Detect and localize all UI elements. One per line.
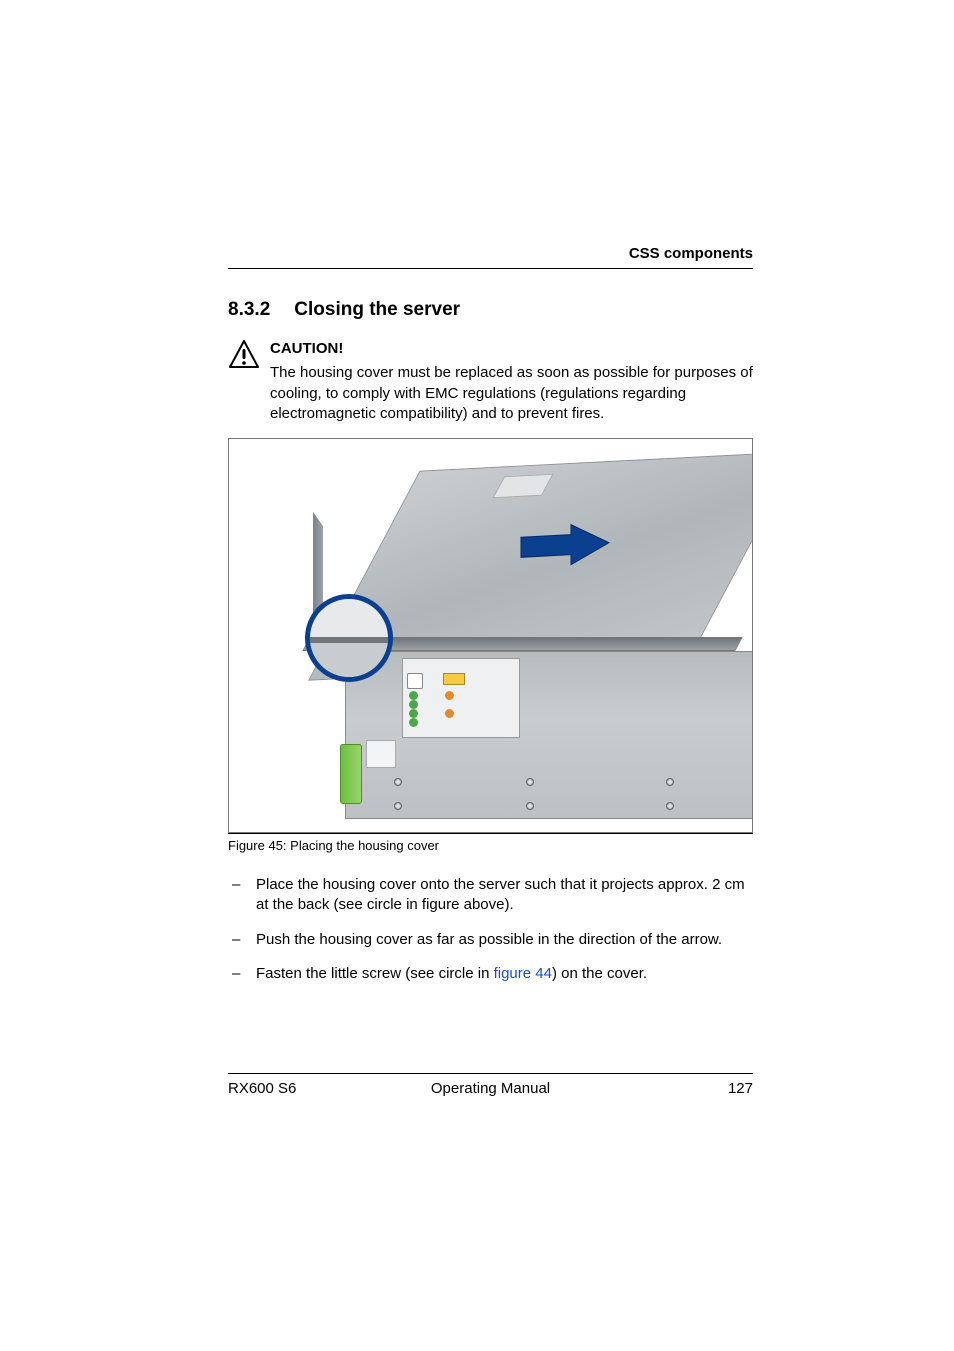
running-header: CSS components bbox=[228, 245, 753, 269]
figure-caption: Figure 45: Placing the housing cover bbox=[228, 833, 753, 853]
screw-icon bbox=[526, 802, 534, 810]
footer-page-number: 127 bbox=[728, 1080, 753, 1097]
screw-icon bbox=[666, 778, 674, 786]
caution-text: CAUTION! The housing cover must be repla… bbox=[270, 339, 753, 424]
list-item: Place the housing cover onto the server … bbox=[228, 875, 753, 916]
psu-led-icon bbox=[409, 700, 418, 709]
list-item: Fasten the little screw (see circle in f… bbox=[228, 964, 753, 984]
list-item: Push the housing cover as far as possibl… bbox=[228, 930, 753, 950]
screw-icon bbox=[666, 802, 674, 810]
footer-model: RX600 S6 bbox=[228, 1080, 296, 1097]
psu-led-icon bbox=[409, 709, 418, 718]
direction-arrow-icon bbox=[517, 518, 613, 576]
section-heading: 8.3.2 Closing the server bbox=[228, 299, 753, 321]
detail-circle-callout bbox=[305, 594, 393, 682]
caution-title: CAUTION! bbox=[270, 339, 753, 359]
server-chassis-front bbox=[345, 651, 753, 819]
psu-led-icon bbox=[409, 691, 418, 700]
step-text-post: ) on the cover. bbox=[552, 965, 647, 982]
psu-led-icon bbox=[409, 718, 418, 727]
caution-block: CAUTION! The housing cover must be repla… bbox=[228, 339, 753, 424]
psu-led-icon bbox=[445, 709, 454, 718]
psu-warning-sticker bbox=[443, 673, 465, 685]
caution-icon bbox=[228, 339, 260, 424]
chassis-sticker bbox=[366, 740, 396, 768]
figure-44-link[interactable]: figure 44 bbox=[494, 965, 552, 982]
page-footer: RX600 S6 Operating Manual 127 bbox=[228, 1073, 753, 1097]
section-title: Closing the server bbox=[294, 299, 460, 320]
section-number: 8.3.2 bbox=[228, 299, 270, 321]
instruction-list: Place the housing cover onto the server … bbox=[228, 875, 753, 984]
caution-body: The housing cover must be replaced as so… bbox=[270, 363, 753, 424]
release-handle bbox=[340, 744, 362, 804]
figure-image bbox=[228, 438, 753, 833]
psu-status-label bbox=[402, 658, 520, 738]
screw-icon bbox=[394, 802, 402, 810]
screw-icon bbox=[394, 778, 402, 786]
footer-doc-title: Operating Manual bbox=[228, 1080, 753, 1097]
psu-led-icon bbox=[445, 691, 454, 700]
step-text-pre: Fasten the little screw (see circle in bbox=[256, 965, 494, 982]
screw-icon bbox=[526, 778, 534, 786]
page-content: CSS components 8.3.2 Closing the server C… bbox=[228, 245, 753, 998]
